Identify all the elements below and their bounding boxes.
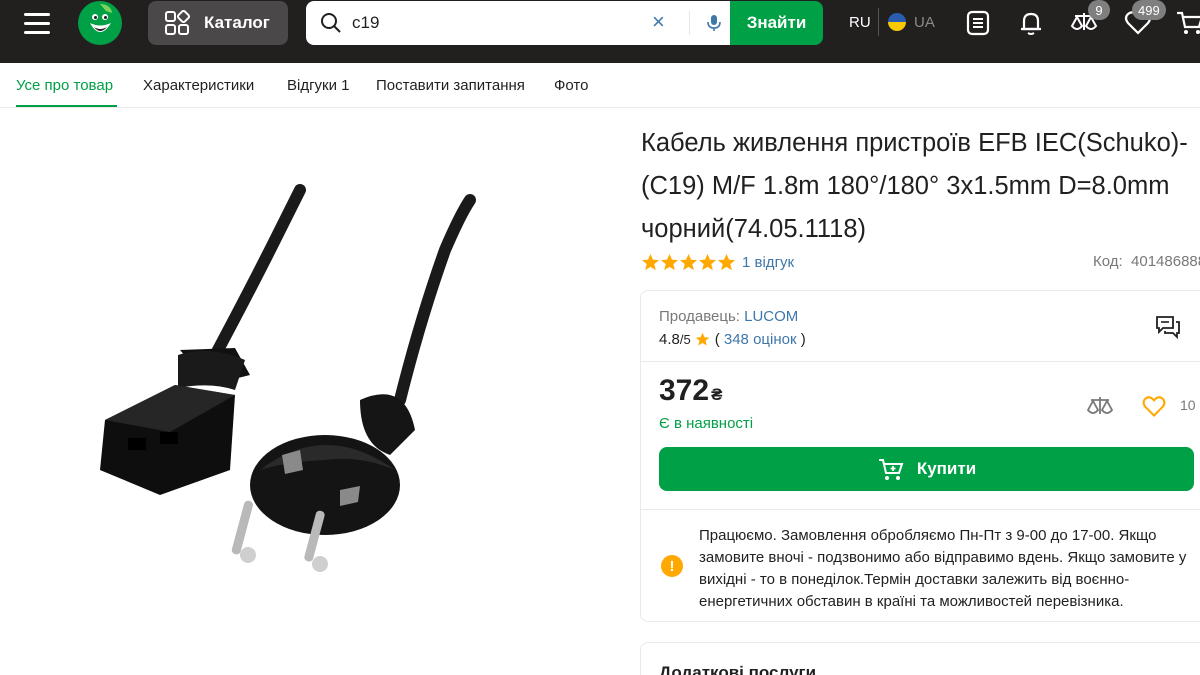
seller-reviews-open: ( <box>714 331 720 348</box>
seller-score-max: /5 <box>679 332 691 347</box>
seller-line: Продавець: LUCOM <box>659 308 798 325</box>
menu-icon[interactable] <box>24 12 52 34</box>
mic-icon[interactable] <box>704 12 724 34</box>
price-value: 372 <box>659 374 710 407</box>
product-tabs: Усе про товар Характеристики Відгуки 1 П… <box>0 63 1200 108</box>
card-divider <box>641 509 1200 510</box>
product-code-label: Код: <box>1093 253 1123 270</box>
seller-rating: 4.8 /5 ( 348 оцінок ) <box>659 331 806 348</box>
bell-icon[interactable] <box>1016 8 1046 38</box>
search-input[interactable] <box>352 9 642 37</box>
cart-icon <box>878 459 904 480</box>
lang-ua[interactable]: UA <box>914 14 935 31</box>
wishlist-heart-icon[interactable] <box>1141 393 1167 419</box>
clear-icon[interactable]: × <box>652 11 665 33</box>
star-icon <box>717 253 736 270</box>
seller-notice: Працюємо. Замовлення обробляємо Пн-Пт з … <box>699 527 1187 610</box>
availability-status: Є в наявності <box>659 415 754 432</box>
catalog-icon <box>165 10 190 35</box>
product-title-line: чорний(74.05.1118) <box>641 215 867 243</box>
search-box: × <box>306 1 731 45</box>
tab-ask-question[interactable]: Поставити запитання <box>376 77 525 94</box>
product-code-value: 401486888 <box>1131 253 1200 270</box>
seller-reviews-close: ) <box>800 331 806 348</box>
buy-button[interactable]: Купити <box>659 447 1194 491</box>
product-price: 372 ₴ <box>659 374 722 408</box>
tab-photo[interactable]: Фото <box>554 77 588 94</box>
tab-reviews[interactable]: Відгуки 1 <box>287 77 350 94</box>
extra-services-heading: Додаткові послуги <box>659 663 817 675</box>
product-code: Код: 401486888 <box>1093 253 1200 270</box>
star-icon <box>698 253 717 270</box>
currency-symbol: ₴ <box>711 385 723 404</box>
compare-icon[interactable] <box>1085 392 1115 422</box>
product-title-line: Кабель живлення пристроїв EFB IEC(Schuko… <box>641 129 1188 157</box>
buy-label: Купити <box>916 459 977 478</box>
product-rating: 1 відгук <box>641 251 794 273</box>
catalog-label: Каталог <box>204 13 270 32</box>
card-divider <box>641 361 1200 362</box>
seller-score: 4.8 <box>659 331 680 348</box>
cart-icon[interactable] <box>1175 8 1200 38</box>
product-title: Кабель живлення пристроїв EFB IEC(Schuko… <box>641 122 1200 251</box>
logo-icon[interactable] <box>78 1 122 45</box>
seller-prefix: Продавець: <box>659 308 740 325</box>
top-header: Каталог × Знайти RU UA 9 <box>0 0 1200 63</box>
compare-badge: 9 <box>1088 0 1110 20</box>
search-icon <box>321 13 341 33</box>
lang-ru[interactable]: RU <box>849 14 871 31</box>
wishlist-badge: 499 <box>1132 0 1166 20</box>
warning-icon: ! <box>661 555 683 577</box>
search-divider <box>689 11 690 35</box>
star-icon <box>695 332 709 346</box>
tab-all-about[interactable]: Усе про товар <box>16 77 113 94</box>
catalog-button[interactable]: Каталог <box>148 1 288 45</box>
active-tab-underline <box>16 105 117 107</box>
purchase-card: Продавець: LUCOM 4.8 /5 ( 348 оцінок ) 3… <box>640 290 1200 622</box>
product-title-line: (C19) M/F 1.8m 180°/180° 3x1.5mm D=8.0mm <box>641 172 1170 200</box>
seller-reviews-link[interactable]: 348 оцінок <box>724 331 797 348</box>
chat-icon[interactable] <box>1154 313 1182 341</box>
star-icon <box>660 253 679 270</box>
rating-stars <box>641 253 736 272</box>
reviews-link[interactable]: 1 відгук <box>742 254 794 271</box>
search-button[interactable]: Знайти <box>730 1 823 45</box>
wishlist-count: 10 <box>1180 397 1196 413</box>
list-icon[interactable] <box>963 8 993 38</box>
star-icon <box>679 253 698 270</box>
star-icon <box>641 253 660 270</box>
extra-services-card: Додаткові послуги <box>640 642 1200 675</box>
tab-characteristics[interactable]: Характеристики <box>143 77 254 94</box>
seller-link[interactable]: LUCOM <box>744 308 798 325</box>
lang-divider <box>878 8 879 36</box>
ua-flag-icon <box>888 13 906 31</box>
product-image[interactable] <box>60 170 580 590</box>
